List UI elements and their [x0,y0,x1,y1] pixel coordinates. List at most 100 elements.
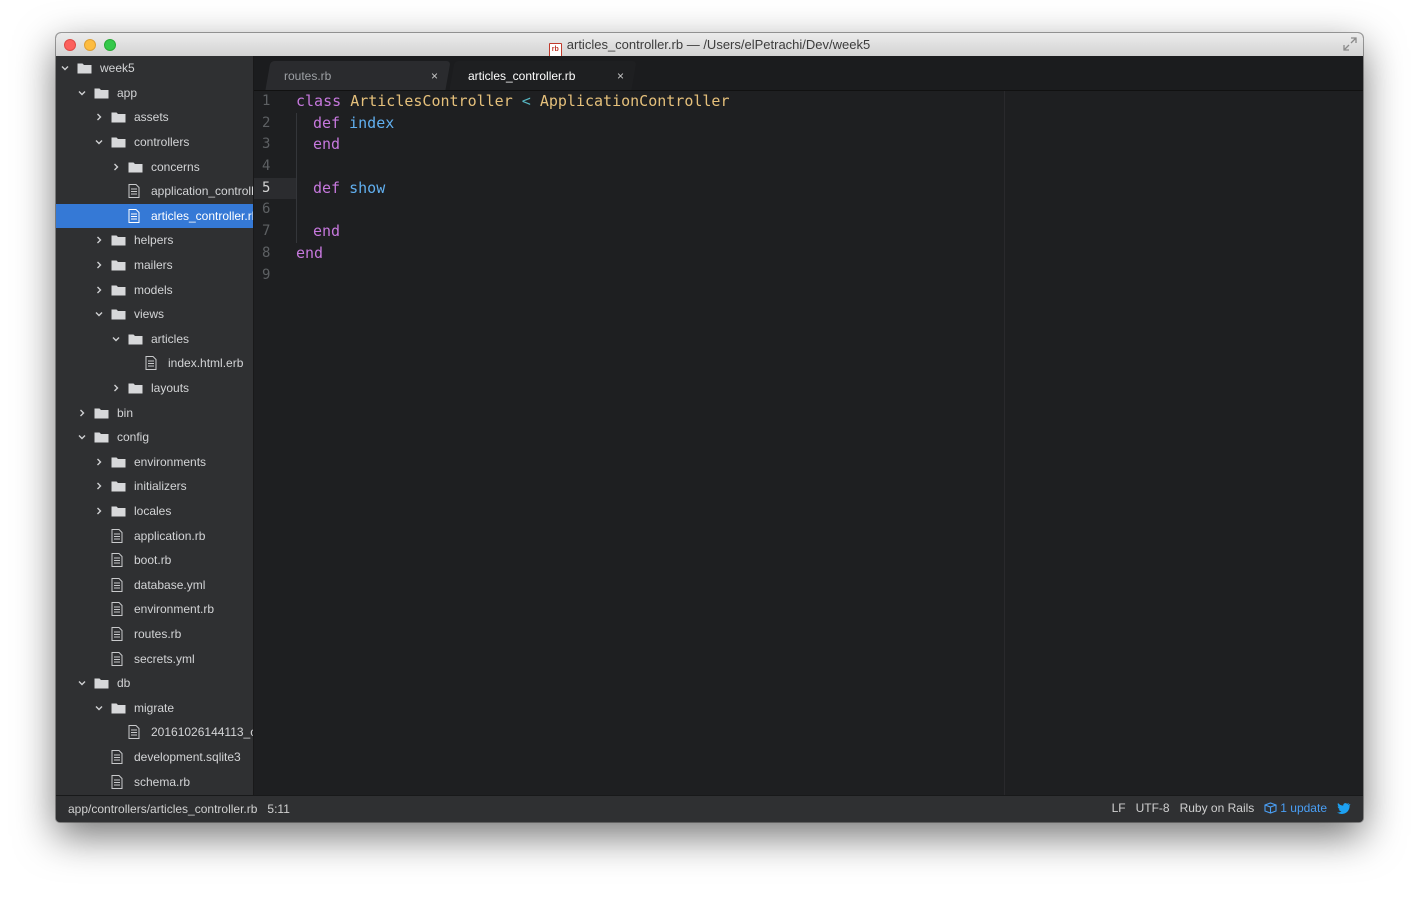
folder-icon [77,62,92,74]
tree-folder-environments[interactable]: environments [56,450,253,475]
fullscreen-icon[interactable] [1343,37,1357,51]
folder-icon [128,333,143,345]
tree-item-label: environments [134,454,207,469]
chevron-down-icon[interactable] [95,704,103,712]
chevron-right-icon[interactable] [78,409,86,417]
update-label: 1 update [1280,801,1327,815]
file-text-icon [111,553,126,568]
tree-folder-layouts[interactable]: layouts [56,376,253,401]
tree-folder-db[interactable]: db [56,671,253,696]
cursor-position[interactable]: 5:11 [267,802,289,816]
chevron-right-icon[interactable] [112,384,120,392]
chevron-right-icon[interactable] [112,163,120,171]
tree-file-articles-controller-rb[interactable]: articles_controller.rb [56,203,253,229]
tree-folder-config[interactable]: config [56,425,253,450]
tree-folder-concerns[interactable]: concerns [56,154,253,179]
code-token: end [313,135,341,154]
line-number: 1 [262,93,271,109]
tab-close-icon[interactable]: × [617,70,624,82]
tree-folder-assets[interactable]: assets [56,105,253,130]
folder-icon [128,161,143,173]
chevron-down-icon[interactable] [78,89,86,97]
chevron-right-icon[interactable] [95,507,103,515]
tree-file-environment-rb[interactable]: environment.rb [56,597,253,622]
tree-item-label: boot.rb [134,553,172,568]
update-link[interactable]: 1 update [1264,801,1327,815]
tree-file-application-controll[interactable]: application_controll [56,179,253,204]
feedback-bird-icon[interactable] [1337,802,1351,815]
tree-file-index-html-erb[interactable]: index.html.erb [56,351,253,376]
chevron-down-icon[interactable] [61,64,69,72]
tree-folder-locales[interactable]: locales [56,499,253,524]
file-text-icon [111,626,126,641]
tree-folder-bin[interactable]: bin [56,400,253,425]
tree-item-label: app [117,85,138,100]
file-path[interactable]: app/controllers/articles_controller.rb [68,802,257,816]
package-icon [1264,802,1277,814]
line-number: 6 [262,201,271,218]
chevron-right-icon[interactable] [95,261,103,269]
chevron-right-icon[interactable] [95,236,103,244]
chevron-down-icon[interactable] [95,310,103,318]
tree-item-label: development.sqlite3 [134,749,241,764]
tree-folder-helpers[interactable]: helpers [56,228,253,253]
chevron-down-icon[interactable] [95,138,103,146]
grammar-selector[interactable]: Ruby on Rails [1180,801,1255,815]
line-number: 3 [262,136,271,153]
tab-routes-rb[interactable]: routes.rb × [265,61,451,90]
tree-file-schema-rb[interactable]: schema.rb [56,769,253,794]
tree-file-boot-rb[interactable]: boot.rb [56,548,253,573]
line-number-gutter: 1 2 3 4 56 7 8 9 [254,91,296,796]
chevron-right-icon[interactable] [95,113,103,121]
chevron-right-icon[interactable] [95,482,103,490]
tab-close-icon[interactable]: × [431,70,438,82]
tree-file-application-rb[interactable]: application.rb [56,523,253,548]
file-text-icon [128,184,143,199]
tree-item-label: locales [134,503,172,518]
code-token: ApplicationController [539,92,730,110]
chevron-down-icon[interactable] [112,335,120,343]
chevron-right-icon[interactable] [95,286,103,294]
tree-folder-migrate[interactable]: migrate [56,695,253,720]
code-token: show [349,178,386,197]
tree-folder-models[interactable]: models [56,277,253,302]
line-number: 5 [254,177,296,200]
tree-item-label: mailers [134,258,173,273]
tree-item-label: initializers [134,479,187,494]
tree-view[interactable]: week5 app assets controllers concerns applica… [56,56,254,796]
tree-folder-mailers[interactable]: mailers [56,253,253,278]
line-number: 9 [262,266,271,283]
tree-file-20161026144113-c[interactable]: 20161026144113_c [56,720,253,745]
tab-bar: routes.rb × articles_controller.rb × [254,56,1363,91]
chevron-down-icon[interactable] [78,679,86,687]
tree-file-secrets-yml[interactable]: secrets.yml [56,646,253,671]
code-line: end [296,243,1363,265]
line-number: 2 [262,114,271,131]
code-token: class [296,92,342,110]
tree-file-database-yml[interactable]: database.yml [56,572,253,597]
encoding-selector[interactable]: UTF-8 [1136,801,1170,815]
tree-folder-app[interactable]: app [56,81,253,106]
chevron-right-icon[interactable] [95,458,103,466]
folder-icon [94,407,109,419]
code-area[interactable]: class ArticlesController < ApplicationCo… [296,91,1363,286]
file-text-icon [111,602,126,617]
tab-articles-controller-rb[interactable]: articles_controller.rb × [449,61,637,90]
tree-folder-views[interactable]: views [56,302,253,327]
tree-folder-articles[interactable]: articles [56,327,253,352]
window-title-wrap: rb articles_controller.rb — /Users/elPetr… [56,37,1363,58]
tree-item-label: config [117,430,150,445]
tree-file-development-sqlite3[interactable]: development.sqlite3 [56,745,253,770]
folder-icon [111,111,126,123]
tree-item-label: environment.rb [134,602,215,617]
line-ending-selector[interactable]: LF [1112,801,1126,815]
tree-item-label: models [134,282,173,297]
chevron-down-icon[interactable] [78,433,86,441]
tree-folder-week5[interactable]: week5 [56,56,253,81]
tree-file-routes-rb[interactable]: routes.rb [56,622,253,647]
tree-folder-controllers[interactable]: controllers [56,130,253,155]
text-editor[interactable]: 1 2 3 4 56 7 8 9 class ArticlesController < App… [254,91,1363,796]
tree-folder-initializers[interactable]: initializers [56,474,253,499]
